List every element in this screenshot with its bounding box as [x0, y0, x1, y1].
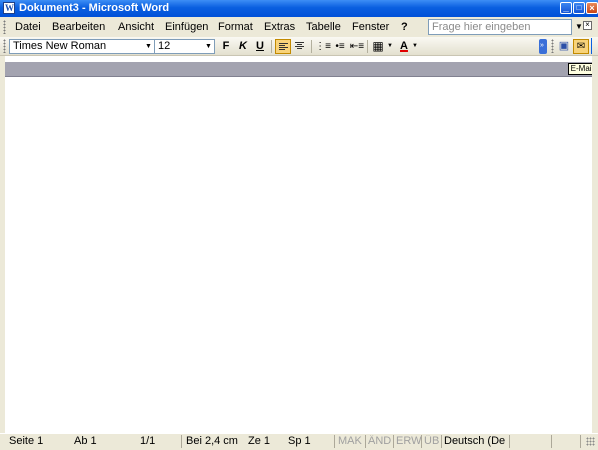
minimize-icon: _ — [563, 2, 569, 13]
chevron-down-icon[interactable]: ▼ — [143, 40, 154, 53]
status-separator — [580, 435, 581, 448]
toolbar-separator — [311, 40, 312, 53]
toolbar-grip-handle[interactable] — [551, 39, 554, 53]
menu-fenster[interactable]: Fenster — [352, 20, 389, 34]
menu-extras[interactable]: Extras — [264, 20, 295, 34]
minimize-button[interactable]: _ — [560, 2, 572, 14]
align-left-icon — [279, 43, 288, 51]
chevron-down-icon[interactable]: ▼ — [203, 40, 214, 53]
title-bar: W Dokument3 - Microsoft Word _ □ × — [0, 0, 598, 17]
menu-bar: Datei Bearbeiten Ansicht Einfügen Format… — [0, 17, 598, 37]
decrease-indent-icon[interactable]: ⇤≡ — [349, 39, 365, 54]
bold-button[interactable]: F — [218, 39, 234, 54]
font-color-button[interactable]: A — [396, 39, 412, 54]
menu-bearbeiten[interactable]: Bearbeiten — [52, 20, 105, 34]
font-size-combo[interactable]: 12 ▼ — [154, 39, 215, 54]
window-frame-right — [592, 56, 598, 433]
font-name-combo[interactable]: Times New Roman ▼ — [9, 39, 155, 54]
status-language[interactable]: Deutsch (De — [444, 435, 506, 448]
status-page: Seite 1 — [9, 435, 44, 447]
status-pages: 1/1 — [140, 435, 156, 447]
window-title: Dokument3 - Microsoft Word — [19, 2, 170, 14]
status-bar: Seite 1 Ab 1 1/1 Bei 2,4 cm Ze 1 Sp 1 MA… — [0, 433, 598, 450]
help-dropdown-icon[interactable]: ▼ — [575, 22, 583, 32]
toolbar-options-button[interactable]: » — [539, 39, 547, 54]
document-close-button[interactable]: × — [583, 20, 592, 30]
help-search-input[interactable]: Frage hier eingeben — [428, 19, 572, 35]
numbered-list-icon[interactable]: ⋮≡ — [315, 39, 331, 54]
status-ovr[interactable]: ÜB — [424, 435, 441, 448]
status-position: Bei 2,4 cm — [186, 435, 238, 447]
chevron-down-icon[interactable]: ▼ — [412, 42, 418, 50]
align-center-button[interactable] — [292, 39, 308, 54]
status-separator — [334, 435, 335, 448]
close-button[interactable]: × — [586, 2, 598, 14]
menu-datei[interactable]: Datei — [15, 20, 41, 34]
menu-tabelle[interactable]: Tabelle — [306, 20, 341, 34]
toolbar-separator — [271, 40, 272, 53]
menu-grip-handle[interactable] — [3, 20, 6, 34]
toolbar-separator — [367, 40, 368, 53]
resize-grip[interactable] — [586, 437, 595, 446]
font-name-value: Times New Roman — [13, 40, 107, 52]
close-icon: × — [589, 3, 595, 13]
status-separator — [421, 435, 422, 448]
chevron-down-icon: » — [540, 42, 544, 49]
align-center-icon — [295, 42, 304, 50]
toolbar-edge — [591, 38, 592, 54]
status-separator — [365, 435, 366, 448]
email-icon: ✉ — [576, 41, 586, 52]
close-icon: × — [585, 20, 590, 29]
status-column: Sp 1 — [288, 435, 311, 447]
formatting-toolbar: Times New Roman ▼ 12 ▼ F K U ⋮≡ •≡ ⇤≡ ▦ … — [0, 37, 598, 56]
word-document-icon[interactable]: W — [3, 2, 15, 14]
chevron-down-icon[interactable]: ▼ — [387, 42, 393, 50]
menu-help[interactable]: ? — [401, 20, 408, 34]
status-separator — [181, 435, 182, 448]
status-ext[interactable]: ERW — [396, 435, 421, 448]
status-section: Ab 1 — [74, 435, 97, 447]
maximize-icon: □ — [576, 3, 582, 12]
italic-button[interactable]: K — [235, 39, 251, 54]
bullet-list-icon[interactable]: •≡ — [332, 39, 348, 54]
menu-format[interactable]: Format — [218, 20, 253, 34]
status-separator — [551, 435, 552, 448]
toolbar-grip-handle[interactable] — [3, 39, 6, 53]
status-rec[interactable]: MAK — [338, 435, 366, 448]
underline-button[interactable]: U — [252, 39, 268, 54]
borders-icon[interactable]: ▦ — [370, 39, 386, 54]
status-separator — [509, 435, 510, 448]
email-button[interactable]: ✉ — [573, 39, 589, 54]
maximize-button[interactable]: □ — [573, 2, 585, 14]
status-separator — [441, 435, 442, 448]
document-page[interactable] — [5, 77, 592, 432]
save-icon[interactable]: ▣ — [556, 39, 572, 54]
font-size-value: 12 — [158, 40, 171, 52]
status-trk[interactable]: ÄND — [368, 435, 394, 448]
ruler[interactable] — [5, 62, 592, 77]
menu-ansicht[interactable]: Ansicht — [118, 20, 154, 34]
status-line: Ze 1 — [248, 435, 271, 447]
align-left-button[interactable] — [275, 39, 291, 54]
menu-einfuegen[interactable]: Einfügen — [165, 20, 208, 34]
status-separator — [393, 435, 394, 448]
